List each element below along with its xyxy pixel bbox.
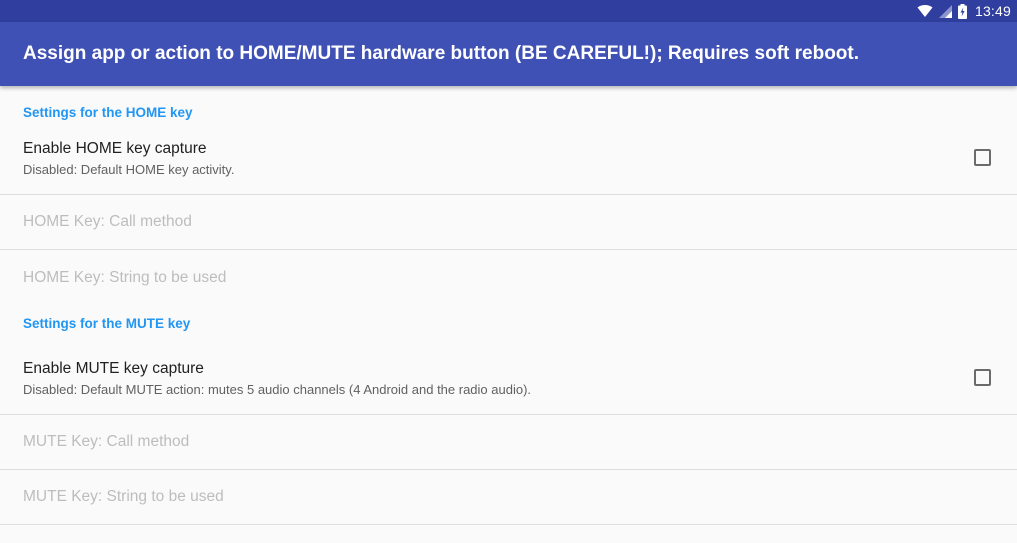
pref-home-call-method: HOME Key: Call method: [0, 195, 1017, 250]
pref-title: MUTE Key: String to be used: [23, 488, 224, 505]
page-title: Assign app or action to HOME/MUTE hardwa…: [23, 43, 860, 64]
category-mute-header: Settings for the MUTE key: [0, 305, 1017, 342]
preferences-list[interactable]: Settings for the HOME key Enable HOME ke…: [0, 86, 1017, 543]
signal-icon: [938, 4, 952, 18]
pref-title: Enable HOME key capture: [23, 139, 207, 157]
status-icons: 13:49: [917, 3, 1011, 19]
status-time: 13:49: [974, 3, 1011, 19]
status-bar: 13:49: [0, 0, 1017, 22]
pref-summary: Disabled: Default HOME key activity.: [23, 161, 235, 177]
mute-capture-checkbox[interactable]: [974, 369, 991, 386]
pref-enable-home-capture[interactable]: Enable HOME key capture Disabled: Defaul…: [0, 122, 1017, 195]
category-home-header: Settings for the HOME key: [0, 86, 1017, 122]
pref-enable-mute-capture[interactable]: Enable MUTE key capture Disabled: Defaul…: [0, 342, 1017, 415]
pref-home-string: HOME Key: String to be used: [0, 250, 1017, 305]
pref-title: HOME Key: String to be used: [23, 268, 227, 286]
pref-mute-call-method: MUTE Key: Call method: [0, 415, 1017, 470]
home-capture-checkbox[interactable]: [974, 149, 991, 166]
battery-charging-icon: [957, 3, 967, 19]
pref-title: HOME Key: Call method: [23, 213, 192, 230]
category-mute-label: Settings for the MUTE key: [23, 316, 191, 331]
category-home-label: Settings for the HOME key: [23, 105, 193, 120]
app-bar: Assign app or action to HOME/MUTE hardwa…: [0, 22, 1017, 86]
pref-summary: Disabled: Default MUTE action: mutes 5 a…: [23, 381, 532, 397]
pref-title: Enable MUTE key capture: [23, 359, 204, 377]
wifi-icon: [917, 4, 933, 18]
pref-title: MUTE Key: Call method: [23, 433, 190, 450]
pref-mute-string: MUTE Key: String to be used: [0, 470, 1017, 525]
